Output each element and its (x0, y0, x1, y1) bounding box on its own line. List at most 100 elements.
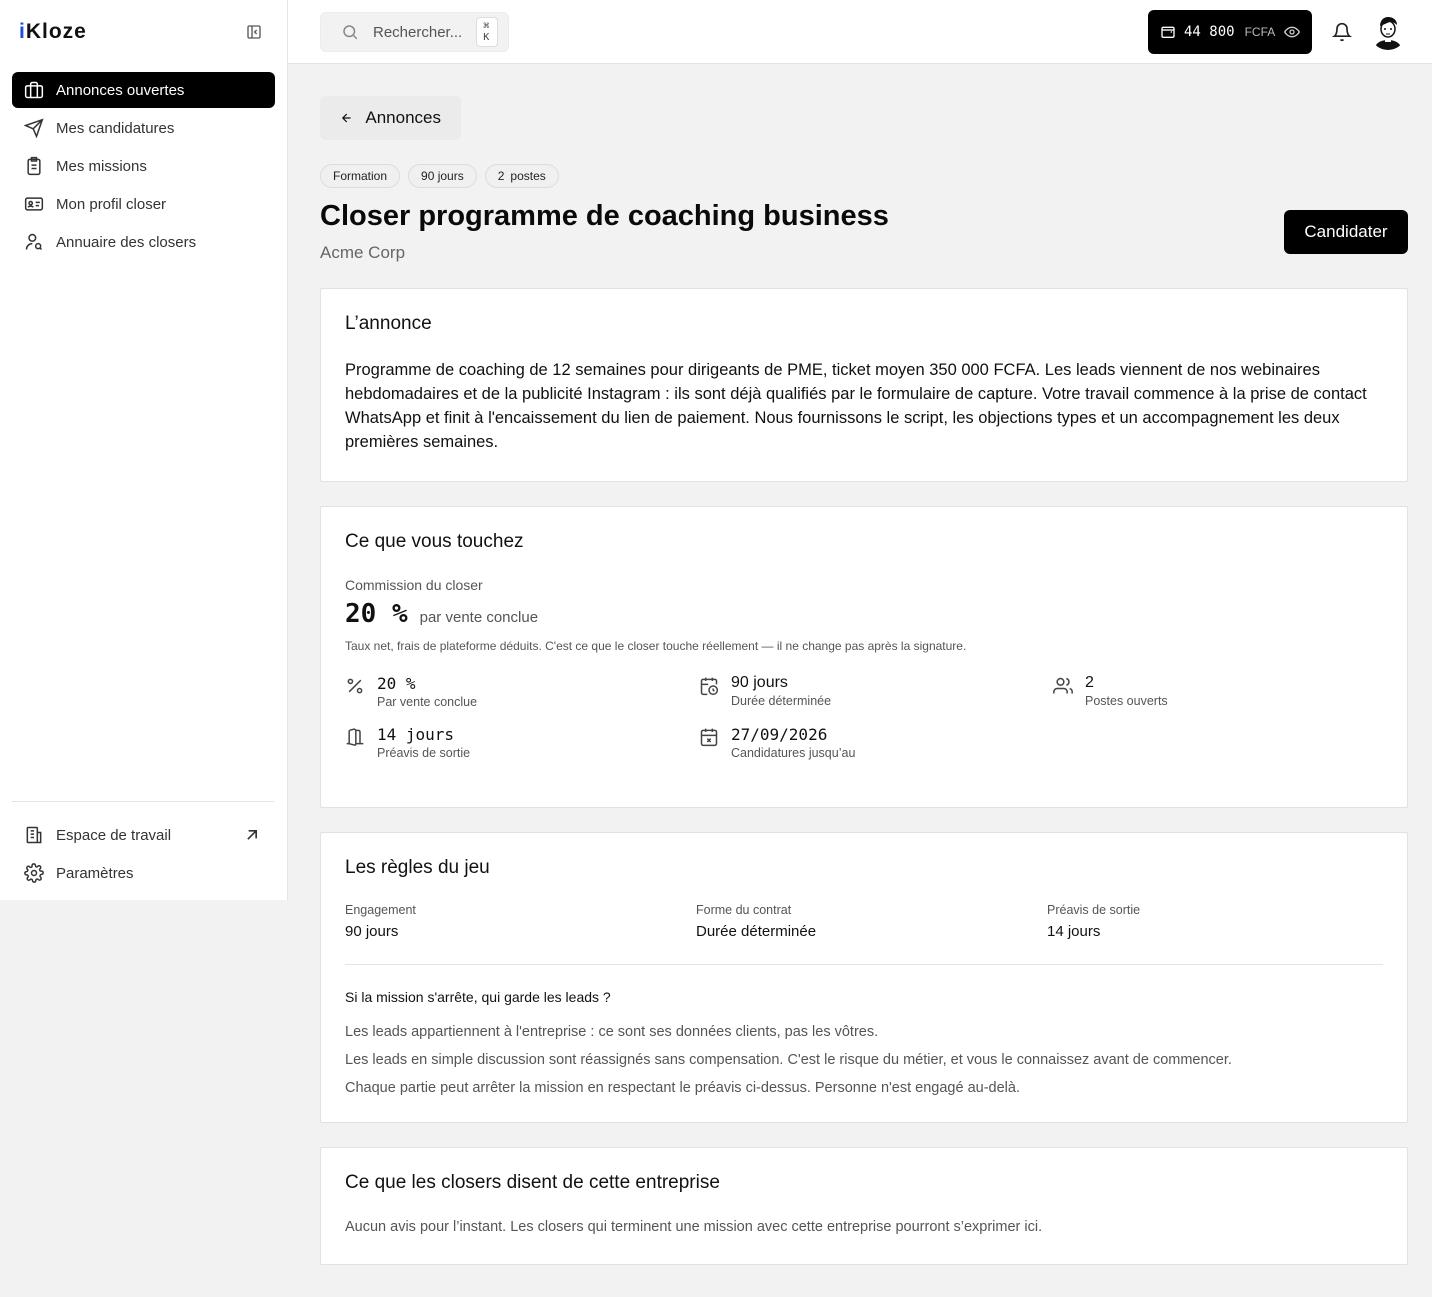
rule-label: Préavis de sortie (1047, 903, 1141, 917)
users-icon (1053, 677, 1073, 694)
apply-button[interactable]: Candidater (1284, 210, 1408, 254)
rule-value: 14 jours (1047, 923, 1101, 940)
rule-item: Préavis de sortie 14 jours (1047, 903, 1383, 940)
logo-prefix: i (19, 20, 26, 43)
leads-answer: Les leads en simple discussion sont réas… (345, 1052, 1232, 1068)
commission-note: Taux net, frais de plateforme déduits. C… (345, 639, 967, 653)
sidebar-collapse-icon[interactable] (245, 23, 263, 41)
building-icon (26, 826, 42, 844)
briefcase-icon (24, 81, 44, 99)
remuneration-card: Ce que vous touchez Commission du closer… (320, 506, 1408, 808)
sidebar-item-label: Annuaire des closers (56, 233, 197, 251)
rule-value: Durée déterminée (696, 923, 817, 940)
stat-value: 90 jours (731, 674, 788, 691)
rule-value: 90 jours (345, 923, 399, 940)
sidebar-item-mes-candidatures[interactable]: Mes candidatures (12, 110, 275, 146)
search-placeholder: Rechercher... (373, 23, 463, 41)
page-title: Closer programme de coaching business (320, 200, 889, 232)
stat-value: 27/09/2026 (731, 725, 828, 744)
sidebar-item-label: Espace de travail (56, 826, 172, 844)
commission-label: Commission du closer (345, 577, 483, 593)
stat-item: 14 jours Préavis de sortie (345, 725, 699, 760)
section-title: Ce que vous touchez (345, 531, 524, 552)
calendar-clock-icon (700, 677, 719, 696)
leads-answer: Chaque partie peut arrêter la mission en… (345, 1080, 1020, 1096)
send-icon (24, 118, 44, 138)
stat-label: Durée déterminée (731, 694, 832, 708)
user-search-icon (25, 233, 43, 251)
tag-list: Formation 90 jours 2 postes (320, 164, 559, 188)
stat-label: Par vente conclue (377, 695, 478, 709)
sidebar-item-parametres[interactable]: Paramètres (12, 855, 274, 891)
stat-label: Préavis de sortie (377, 746, 471, 760)
tag: Formation (320, 164, 401, 188)
search-icon (343, 25, 358, 40)
sidebar-nav: Annonces ouvertes Mes candidatures Mes m… (0, 64, 287, 270)
leads-answers: Les leads appartiennent à l'entreprise :… (345, 1018, 1383, 1102)
bell-icon[interactable] (1332, 22, 1352, 42)
calendar-x-icon (700, 728, 718, 747)
percent-icon (347, 678, 363, 694)
section-title: L’annonce (345, 313, 432, 334)
section-title: Ce que les closers disent de cette entre… (345, 1172, 720, 1193)
id-card-icon (24, 197, 44, 211)
company-name: Acme Corp (320, 243, 406, 262)
eye-icon[interactable] (1284, 24, 1300, 40)
search-shortcut: ⌘ K (476, 17, 498, 47)
tag-postes: 2 postes (484, 164, 559, 188)
stat-label: Candidatures jusqu’au (731, 746, 856, 760)
rule-item: Engagement 90 jours (345, 903, 696, 940)
stat-value: 20 % (377, 674, 416, 693)
commission-rate: 20 % par vente conclue (345, 599, 1383, 629)
postes-label: postes (510, 169, 546, 183)
sidebar-item-label: Paramètres (56, 864, 134, 882)
back-button[interactable]: Annonces (320, 96, 461, 140)
stat-item: 27/09/2026 Candidatures jusqu’au (699, 725, 1053, 760)
stat-value: 2 (1085, 674, 1094, 691)
rule-label: Engagement (345, 903, 416, 917)
rules-grid: Engagement 90 jours Forme du contrat Durée… (345, 903, 1383, 965)
sidebar-item-mon-profil-closer[interactable]: Mon profil closer (12, 186, 275, 222)
topbar: Rechercher... ⌘ K 44 800 FCFA (288, 0, 1432, 64)
postes-count: 2 (497, 169, 505, 183)
leads-answer: Les leads appartiennent à l'entreprise :… (345, 1024, 879, 1040)
section-title: Les règles du jeu (345, 857, 490, 878)
wallet-icon (1161, 26, 1175, 38)
gear-icon (24, 863, 44, 883)
commission-value: 20 % (345, 599, 408, 629)
app-logo[interactable]: iKloze (19, 20, 87, 44)
sidebar-item-label: Annonces ouvertes (56, 81, 185, 99)
stat-item: 90 jours Durée déterminée (699, 674, 1053, 709)
sidebar-item-annonces-ouvertes[interactable]: Annonces ouvertes (12, 72, 275, 108)
sidebar-item-label: Mes candidatures (56, 119, 175, 137)
annonce-card: L’annonce Programme de coaching de 12 se… (320, 288, 1408, 482)
wallet-currency: FCFA (1244, 25, 1276, 39)
sidebar-bottom: Espace de travail Paramètres (12, 801, 274, 893)
clipboard-list-icon (27, 156, 41, 176)
commission-suffix: par vente conclue (419, 609, 539, 626)
arrow-left-icon (341, 113, 351, 123)
rules-card: Les règles du jeu Engagement 90 jours For… (320, 832, 1408, 1123)
stat-label: Postes ouverts (1085, 694, 1168, 708)
sidebar-item-mes-missions[interactable]: Mes missions (12, 148, 275, 184)
wallet-amount: 44 800 (1184, 24, 1235, 40)
reviews-card: Ce que les closers disent de cette entre… (320, 1147, 1408, 1265)
wallet-balance-button[interactable]: 44 800 FCFA (1148, 10, 1312, 54)
stat-item: 2 Postes ouverts (1053, 674, 1407, 709)
stat-value: 14 jours (377, 725, 455, 744)
stat-item: 20 % Par vente conclue (345, 674, 699, 709)
leads-question: Si la mission s'arrête, qui garde les le… (345, 989, 611, 1005)
logo-text: Kloze (25, 20, 87, 43)
sidebar-item-espace-de-travail[interactable]: Espace de travail (12, 817, 274, 853)
rule-item: Forme du contrat Durée déterminée (696, 903, 1047, 940)
sidebar-item-label: Mes missions (56, 157, 147, 175)
external-link-icon (247, 830, 257, 840)
annonce-description: Programme de coaching de 12 semaines pou… (345, 361, 1367, 451)
sidebar-item-annuaire-des-closers[interactable]: Annuaire des closers (12, 224, 275, 260)
search-input[interactable]: Rechercher... ⌘ K (320, 12, 509, 52)
sidebar-item-label: Mon profil closer (56, 195, 167, 213)
reviews-empty-state: Aucun avis pour l’instant. Les closers q… (345, 1219, 1043, 1235)
tag: 90 jours (408, 164, 477, 188)
back-button-label: Annonces (365, 108, 441, 127)
avatar[interactable] (1370, 14, 1406, 50)
